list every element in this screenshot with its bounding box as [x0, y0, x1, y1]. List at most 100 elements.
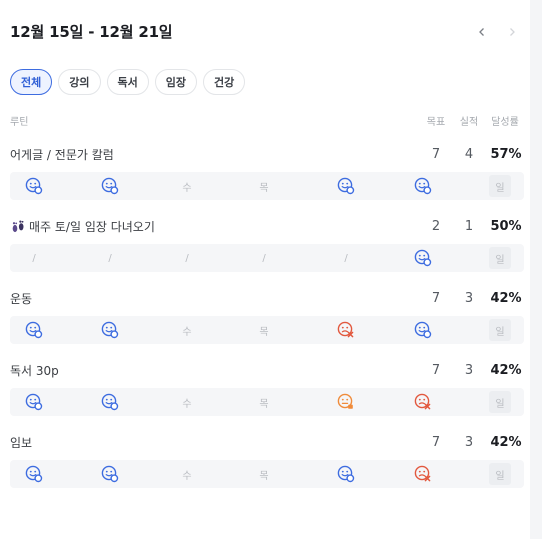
routine-row[interactable]: 임보 7 3 42% 수 목 일 — [10, 434, 524, 488]
day-cell[interactable] — [409, 316, 437, 344]
day-cell[interactable] — [96, 316, 124, 344]
day-label: 수 — [182, 470, 192, 482]
routine-row[interactable]: 매주 토/일 임장 다녀오기 2 1 50% / / / / / 일 — [10, 218, 524, 272]
scrollbar-track[interactable] — [530, 0, 542, 539]
filter-chip-reading[interactable]: 독서 — [106, 69, 149, 95]
routine-row[interactable]: 독서 30p 7 3 42% 수 목 일 — [10, 362, 524, 416]
day-cell[interactable]: 수 — [173, 388, 201, 416]
day-cell[interactable]: 목 — [250, 388, 278, 416]
routine-name-text: 임보 — [10, 436, 33, 450]
day-cell[interactable]: 목 — [250, 316, 278, 344]
routine-name: 어게글 / 전문가 칼럼 — [10, 146, 114, 164]
day-cell[interactable]: 수 — [173, 316, 201, 344]
day-label: / — [344, 252, 348, 264]
routine-name: 매주 토/일 임장 다녀오기 — [10, 218, 155, 236]
partial-face-icon — [337, 393, 353, 409]
day-cell[interactable]: / — [96, 244, 124, 272]
day-label: 일 — [489, 175, 511, 197]
day-label: / — [108, 252, 112, 264]
routine-rate: 42% — [490, 291, 522, 306]
day-cell[interactable]: 일 — [486, 316, 514, 344]
filter-chip-all[interactable]: 전체 — [10, 69, 53, 95]
day-cell[interactable] — [20, 172, 48, 200]
day-cell[interactable]: 일 — [486, 172, 514, 200]
day-cell[interactable] — [20, 388, 48, 416]
day-label: 일 — [489, 247, 511, 269]
day-cell[interactable] — [96, 388, 124, 416]
routine-name-text: 매주 토/일 임장 다녀오기 — [29, 220, 155, 234]
day-status-strip: 수목일 — [10, 460, 524, 488]
routine-name-text: 운동 — [10, 292, 33, 306]
day-cell[interactable] — [332, 460, 360, 488]
success-face-icon — [414, 177, 432, 195]
column-headers: 루틴 목표 실적 달성률 — [10, 113, 522, 128]
day-cell[interactable] — [96, 460, 124, 488]
day-cell[interactable]: 일 — [486, 388, 514, 416]
routine-row[interactable]: 어게글 / 전문가 칼럼 7 4 57% 수 목 일 — [10, 146, 524, 200]
routine-rate: 50% — [490, 219, 522, 234]
chevron-right-icon — [510, 28, 515, 36]
day-status-strip: 수목일 — [10, 388, 524, 416]
day-cell[interactable] — [20, 460, 48, 488]
success-face-icon — [101, 177, 119, 195]
day-label: / — [185, 252, 189, 264]
column-header-done: 실적 — [459, 117, 479, 128]
routine-done: 3 — [464, 435, 474, 450]
day-cell[interactable]: / — [20, 244, 48, 272]
filter-chip-site-visit[interactable]: 임장 — [154, 69, 197, 95]
day-label: 수 — [182, 182, 192, 194]
routine-row[interactable]: 운동 7 3 42% 수 목 일 — [10, 290, 524, 344]
day-label: 수 — [182, 398, 192, 410]
prev-week-button[interactable] — [474, 22, 490, 42]
routine-name: 임보 — [10, 434, 32, 452]
day-cell[interactable]: 일 — [486, 460, 514, 488]
column-header-goal: 목표 — [426, 117, 446, 128]
day-cell[interactable] — [20, 316, 48, 344]
success-face-icon — [337, 177, 355, 195]
fail-face-icon — [414, 393, 431, 410]
routine-goal: 7 — [431, 291, 441, 306]
day-cell[interactable] — [409, 244, 437, 272]
routine-header: 독서 30p 7 3 42% — [10, 362, 524, 380]
filter-chip-lecture[interactable]: 강의 — [58, 69, 101, 95]
routine-done: 4 — [464, 147, 474, 162]
day-cell[interactable]: 목 — [250, 172, 278, 200]
day-cell[interactable]: / — [250, 244, 278, 272]
week-navigation — [474, 22, 520, 42]
chevron-left-icon — [479, 28, 484, 36]
day-label: / — [262, 252, 266, 264]
routine-done: 3 — [464, 291, 474, 306]
success-face-icon — [101, 465, 119, 483]
day-label: 목 — [259, 326, 269, 338]
day-label: 일 — [489, 463, 511, 485]
success-face-icon — [337, 465, 355, 483]
day-cell[interactable]: 일 — [486, 244, 514, 272]
day-label: 수 — [182, 326, 192, 338]
fail-face-icon — [414, 465, 431, 482]
day-cell[interactable] — [96, 172, 124, 200]
day-label: 일 — [489, 319, 511, 341]
day-cell[interactable] — [409, 388, 437, 416]
day-cell[interactable]: / — [332, 244, 360, 272]
routine-name-text: 어게글 / 전문가 칼럼 — [10, 148, 114, 162]
column-header-rate: 달성률 — [491, 117, 519, 128]
day-cell[interactable]: 수 — [173, 460, 201, 488]
filter-chip-health[interactable]: 건강 — [203, 69, 246, 95]
day-cell[interactable] — [409, 460, 437, 488]
category-filter-tabs: 전체 강의 독서 임장 건강 — [10, 69, 246, 95]
next-week-button[interactable] — [504, 22, 520, 42]
day-cell[interactable]: 수 — [173, 172, 201, 200]
day-cell[interactable]: / — [173, 244, 201, 272]
day-cell[interactable] — [332, 316, 360, 344]
routine-done: 1 — [464, 219, 474, 234]
day-cell[interactable] — [332, 388, 360, 416]
footprints-icon — [12, 220, 24, 233]
week-header: 12월 15일 - 12월 21일 — [10, 22, 520, 42]
success-face-icon — [414, 321, 432, 339]
day-status-strip: 수목일 — [10, 172, 524, 200]
success-face-icon — [414, 249, 432, 267]
day-cell[interactable] — [409, 172, 437, 200]
day-cell[interactable]: 목 — [250, 460, 278, 488]
routine-name: 운동 — [10, 290, 32, 308]
day-cell[interactable] — [332, 172, 360, 200]
